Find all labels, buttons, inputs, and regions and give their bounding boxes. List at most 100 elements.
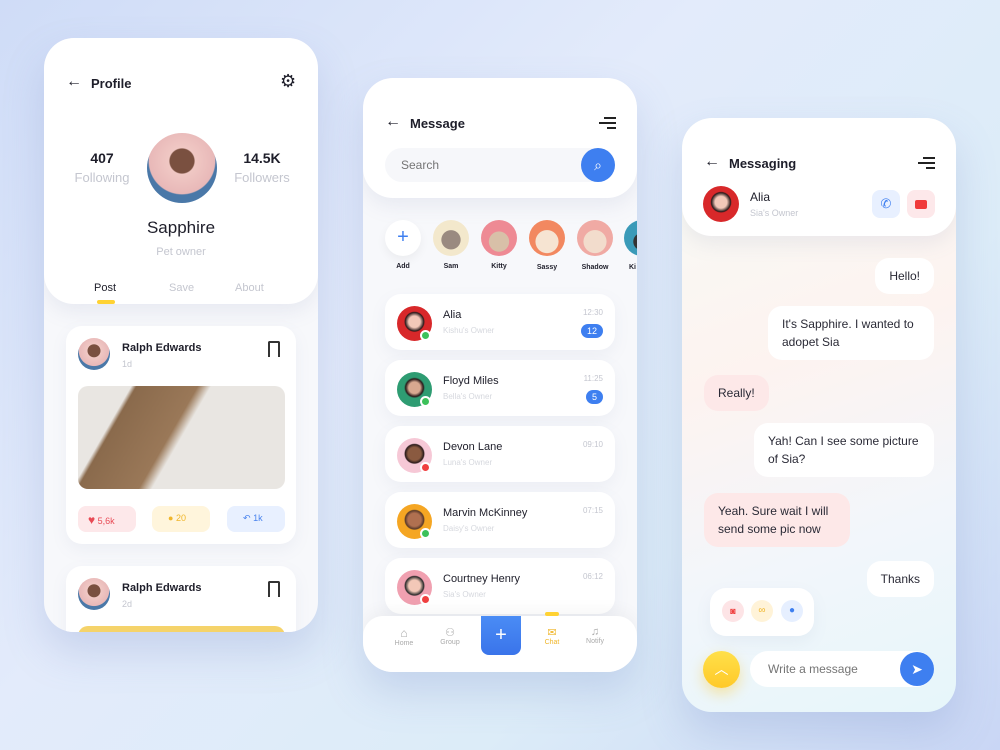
chat-name: Marvin McKinney bbox=[443, 507, 528, 519]
video-icon bbox=[915, 200, 927, 209]
share-button[interactable]: ↶ 1k bbox=[227, 506, 285, 532]
story-label: Sassy bbox=[536, 264, 558, 271]
story-avatar[interactable] bbox=[577, 220, 613, 256]
expand-button[interactable]: ︿ bbox=[703, 651, 740, 688]
chat-subtitle: Kishu's Owner bbox=[443, 326, 495, 335]
menu-icon[interactable] bbox=[918, 154, 935, 172]
profile-name: Sapphire bbox=[146, 218, 216, 237]
nav-label: Notify bbox=[586, 638, 604, 645]
story-label: Ki bbox=[629, 264, 636, 271]
nav-group[interactable]: ⚇ Group bbox=[439, 626, 461, 646]
chat-time: 09:10 bbox=[582, 440, 603, 449]
chat-subtitle: Daisy's Owner bbox=[443, 524, 495, 533]
story-label: Shadow bbox=[581, 264, 609, 271]
comment-button[interactable]: ● 20 bbox=[152, 506, 210, 532]
received-message: Really! bbox=[704, 375, 769, 411]
message-header: ← Message ⌕ bbox=[363, 78, 637, 198]
gear-icon[interactable]: ⚙ bbox=[280, 71, 296, 92]
post-author[interactable]: Ralph Edwards bbox=[122, 342, 201, 354]
profile-header: ← Profile ⚙ 407 Following 14.5K Follower… bbox=[44, 38, 318, 304]
story-label: Add bbox=[396, 263, 410, 270]
contact-name: Alia bbox=[750, 190, 771, 204]
mic-button[interactable]: ● bbox=[781, 600, 803, 622]
story-avatar[interactable] bbox=[529, 220, 565, 256]
contact-avatar[interactable] bbox=[703, 186, 739, 222]
author-avatar[interactable] bbox=[78, 338, 110, 370]
following-label: Following bbox=[74, 170, 130, 185]
plus-icon: + bbox=[495, 624, 507, 646]
chat-name: Devon Lane bbox=[443, 441, 503, 453]
story-label: Sam bbox=[443, 263, 459, 270]
attachment-tray: ◙ ∞ ● bbox=[710, 588, 814, 636]
nav-chat[interactable]: ✉ Chat bbox=[541, 626, 563, 646]
filter-menu-icon[interactable] bbox=[599, 114, 616, 132]
nav-notify[interactable]: ♫ Notify bbox=[584, 626, 606, 645]
page-title: Profile bbox=[91, 76, 132, 91]
call-button[interactable]: ✆ bbox=[872, 190, 900, 218]
messaging-header: ← Messaging Alia Sia's Owner ✆ bbox=[682, 118, 956, 236]
nav-home[interactable]: ⌂ Home bbox=[393, 626, 415, 647]
tab-post[interactable]: Post bbox=[94, 282, 116, 294]
camera-button[interactable]: ◙ bbox=[722, 600, 744, 622]
post-author[interactable]: Ralph Edwards bbox=[122, 582, 201, 594]
status-dot bbox=[420, 594, 431, 605]
back-arrow-icon[interactable]: ← bbox=[385, 113, 401, 131]
back-arrow-icon[interactable]: ← bbox=[704, 153, 720, 171]
like-button[interactable]: ♥ 5,6k bbox=[78, 506, 136, 532]
post-image[interactable] bbox=[78, 626, 285, 632]
link-icon: ∞ bbox=[758, 605, 766, 616]
status-dot bbox=[420, 396, 431, 407]
add-story-button[interactable]: + bbox=[385, 220, 421, 256]
bookmark-icon[interactable] bbox=[268, 581, 280, 597]
nav-label: Group bbox=[440, 639, 460, 646]
page-title: Message bbox=[410, 116, 465, 131]
compose-button[interactable]: + bbox=[481, 616, 521, 655]
chat-item[interactable]: Courtney Henry Sia's Owner 06:12 bbox=[385, 558, 615, 614]
post-time: 1d bbox=[122, 359, 133, 369]
status-dot bbox=[420, 462, 431, 473]
post-image[interactable] bbox=[78, 386, 285, 489]
tab-save[interactable]: Save bbox=[169, 282, 194, 294]
story-label: Kitty bbox=[491, 263, 507, 270]
chat-item[interactable]: Alia Kishu's Owner 12:30 12 bbox=[385, 294, 615, 350]
sent-message: Thanks bbox=[866, 561, 934, 597]
contact-subtitle: Sia's Owner bbox=[750, 208, 799, 218]
bottom-nav: ⌂ Home ⚇ Group + ✉ Chat ♫ Notify bbox=[363, 612, 637, 672]
send-button[interactable]: ➤ bbox=[900, 652, 934, 686]
chat-item[interactable]: Marvin McKinney Daisy's Owner 07:15 bbox=[385, 492, 615, 548]
bookmark-icon[interactable] bbox=[268, 341, 280, 357]
author-avatar[interactable] bbox=[78, 578, 110, 610]
post-card: Ralph Edwards 1d ♥ 5,6k ● 20 ↶ 1k bbox=[66, 326, 296, 544]
video-call-button[interactable] bbox=[907, 190, 935, 218]
profile-avatar[interactable] bbox=[147, 133, 217, 203]
phone-icon: ✆ bbox=[880, 196, 892, 211]
story-avatar[interactable] bbox=[433, 220, 469, 256]
attach-button[interactable]: ∞ bbox=[751, 600, 773, 622]
search-button[interactable]: ⌕ bbox=[581, 148, 615, 182]
heart-icon: ♥ bbox=[88, 513, 96, 527]
chat-item[interactable]: Devon Lane Luna's Owner 09:10 bbox=[385, 426, 615, 482]
profile-role: Pet owner bbox=[156, 246, 206, 258]
received-message: Yeah. Sure wait I will send some pic now bbox=[704, 493, 850, 547]
chat-time: 07:15 bbox=[582, 506, 603, 515]
tab-about[interactable]: About bbox=[235, 282, 264, 294]
message-screen: ← Message ⌕ + Add Sam Kitty Sassy Shadow… bbox=[363, 78, 637, 672]
chat-time: 06:12 bbox=[582, 572, 603, 581]
back-arrow-icon[interactable]: ← bbox=[66, 73, 82, 91]
post-card: Ralph Edwards 2d bbox=[66, 566, 296, 632]
send-icon: ➤ bbox=[911, 661, 923, 677]
nav-label: Chat bbox=[544, 639, 560, 646]
following-count: 407 bbox=[90, 150, 114, 166]
chevron-up-icon: ︿ bbox=[714, 661, 729, 677]
story-avatar[interactable] bbox=[481, 220, 517, 256]
followers-label: Followers bbox=[234, 170, 290, 185]
chat-time: 12:30 bbox=[582, 308, 603, 317]
story-avatar[interactable] bbox=[624, 220, 637, 256]
chat-item[interactable]: Floyd Miles Bella's Owner 11:25 5 bbox=[385, 360, 615, 416]
sent-message: Yah! Can I see some picture of Sia? bbox=[754, 423, 934, 477]
chat-subtitle: Luna's Owner bbox=[443, 458, 493, 467]
comment-icon: ● bbox=[168, 513, 174, 523]
sent-message: It's Sapphire. I wanted to adopet Sia bbox=[768, 306, 934, 360]
chat-name: Alia bbox=[443, 309, 462, 321]
status-dot bbox=[420, 330, 431, 341]
